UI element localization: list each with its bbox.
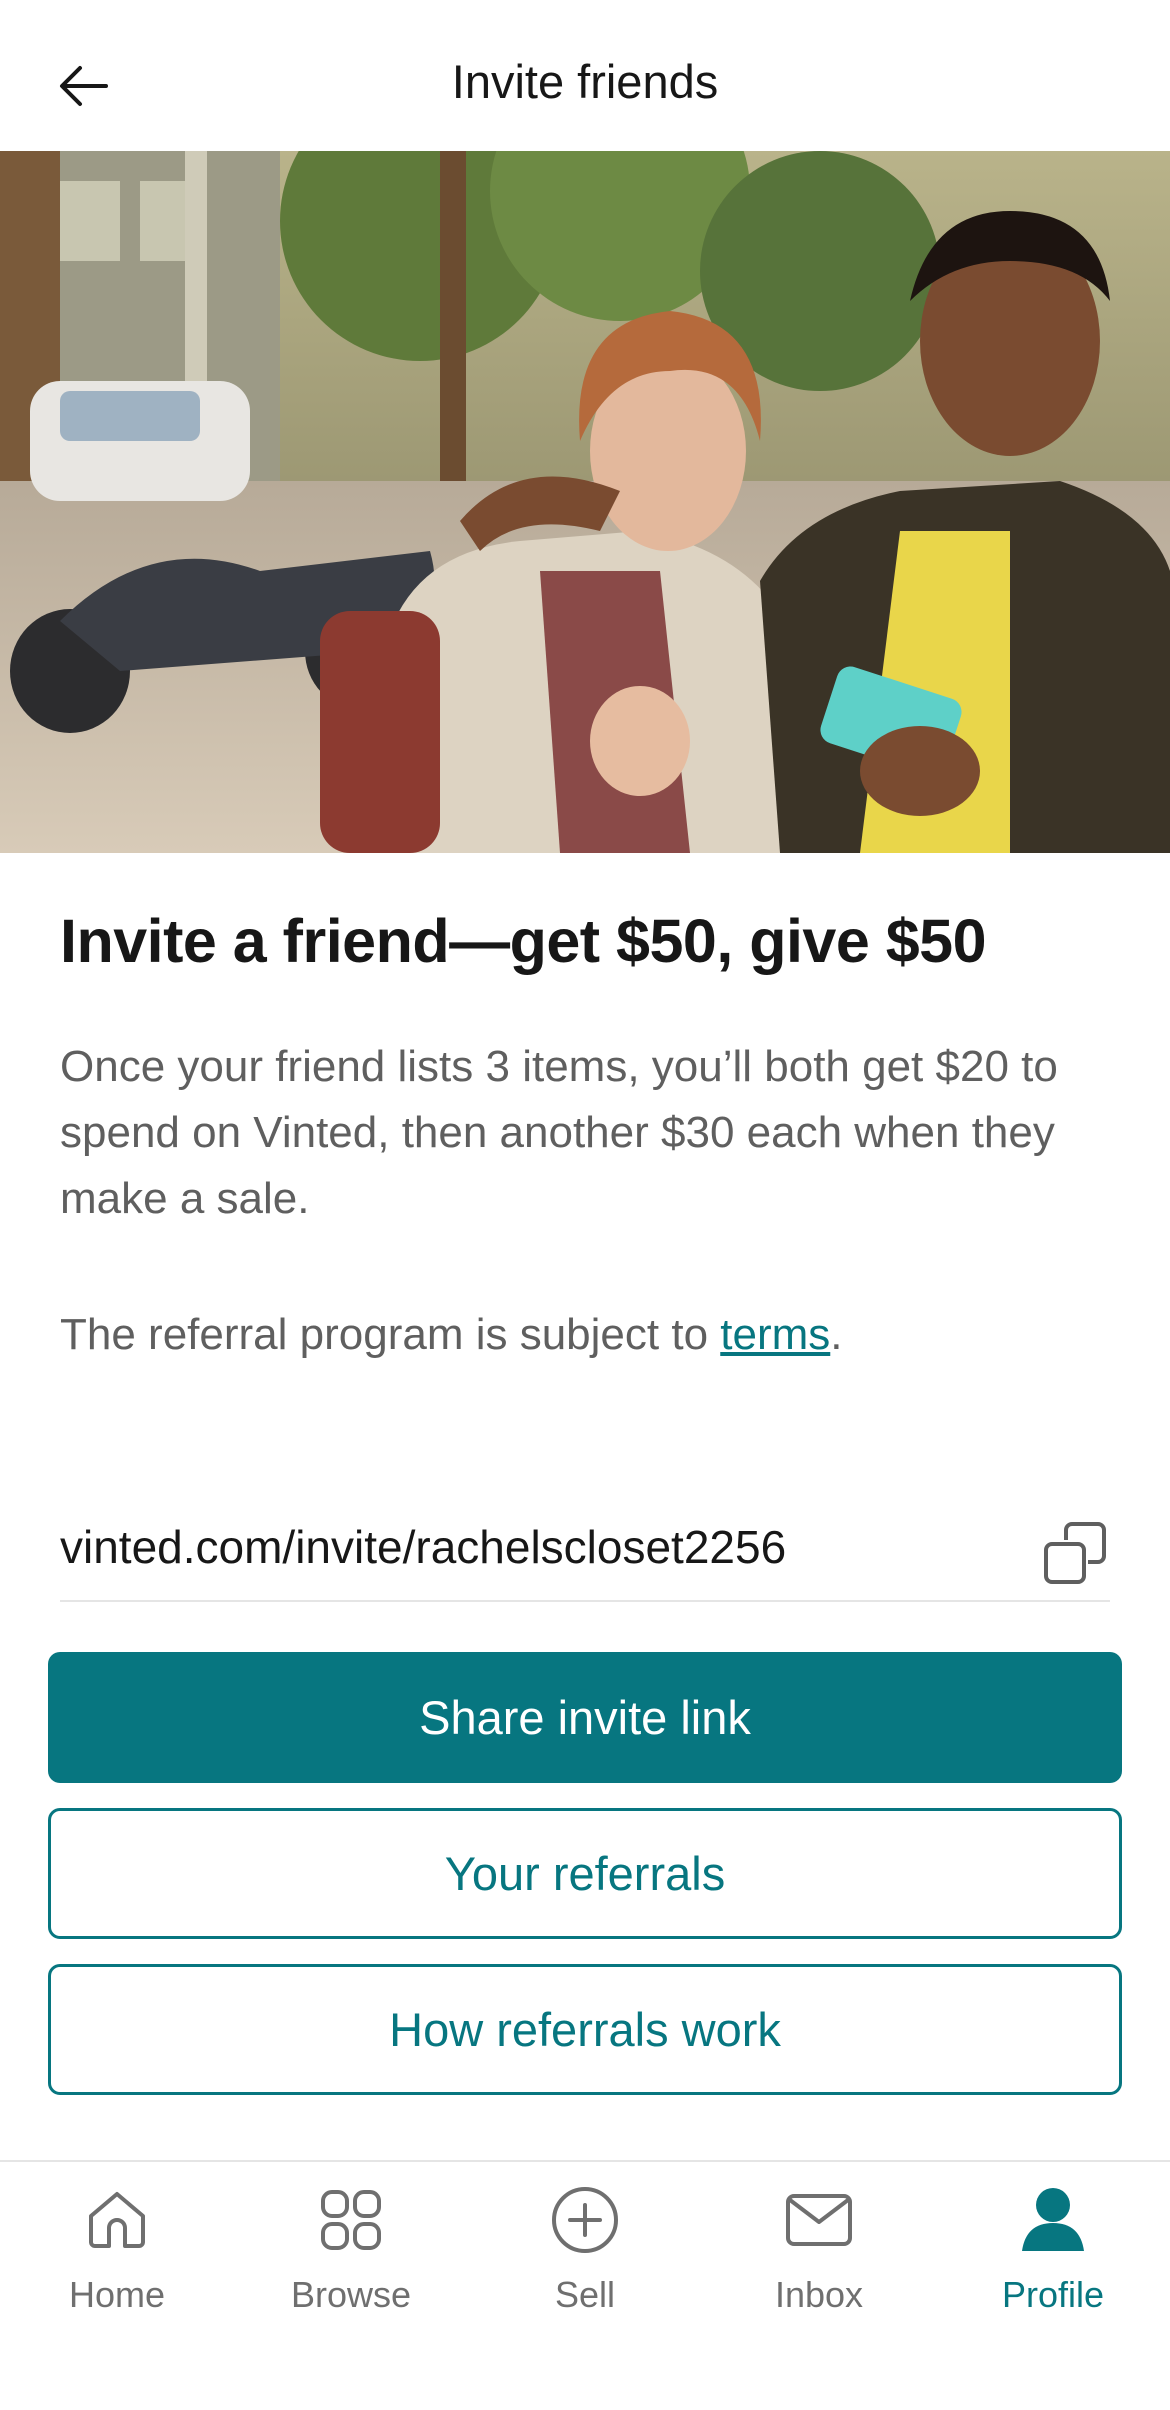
invite-friends-screen: Invite friends Invite a friend—get $50, … [0, 0, 1170, 2410]
nav-item-home[interactable]: Home [0, 2184, 234, 2324]
home-icon [89, 2192, 145, 2248]
nav-label: Browse [290, 2274, 412, 2315]
envelope-icon [786, 2194, 852, 2246]
hero-image [0, 151, 1170, 853]
share-invite-link-button[interactable]: Share invite link [48, 1652, 1122, 1783]
how-referrals-work-button[interactable]: How referrals work [48, 1964, 1122, 2095]
nav-item-sell[interactable]: Sell [468, 2184, 702, 2324]
terms-line: The referral program is subject to terms… [60, 1302, 1100, 1368]
nav-item-inbox[interactable]: Inbox [702, 2184, 936, 2324]
description-text: Once your friend lists 3 items, you’ll b… [60, 1042, 1058, 1223]
hero-illustration [0, 151, 1170, 853]
terms-suffix: . [830, 1310, 843, 1359]
plus-circle-icon [552, 2187, 618, 2253]
user-icon [1022, 2188, 1084, 2251]
terms-prefix: The referral program is subject to [60, 1310, 721, 1359]
your-referrals-button[interactable]: Your referrals [48, 1808, 1122, 1939]
nav-item-browse[interactable]: Browse [234, 2184, 468, 2324]
terms-link[interactable]: terms [720, 1310, 830, 1359]
nav-label: Home [68, 2274, 166, 2315]
nav-label: Sell [554, 2274, 616, 2315]
nav-label: Inbox [774, 2274, 864, 2315]
nav-item-profile[interactable]: Profile [936, 2184, 1170, 2324]
grid-icon [321, 2190, 381, 2250]
copy-icon [1044, 1522, 1106, 1584]
page-title: Invite friends [451, 55, 719, 108]
headline: Invite a friend—get $50, give $50 [60, 907, 987, 975]
nav-label: Profile [1001, 2274, 1105, 2315]
copy-link-button[interactable] [1040, 1518, 1110, 1588]
bottom-navigation: Home Browse Sell Inbox Profile [0, 2160, 1170, 2410]
invite-link-value: vinted.com/invite/rachelscloset2256 [60, 1521, 787, 1573]
top-bar: Invite friends [0, 0, 1170, 151]
invite-link-field: vinted.com/invite/rachelscloset2256 [60, 1500, 1110, 1602]
